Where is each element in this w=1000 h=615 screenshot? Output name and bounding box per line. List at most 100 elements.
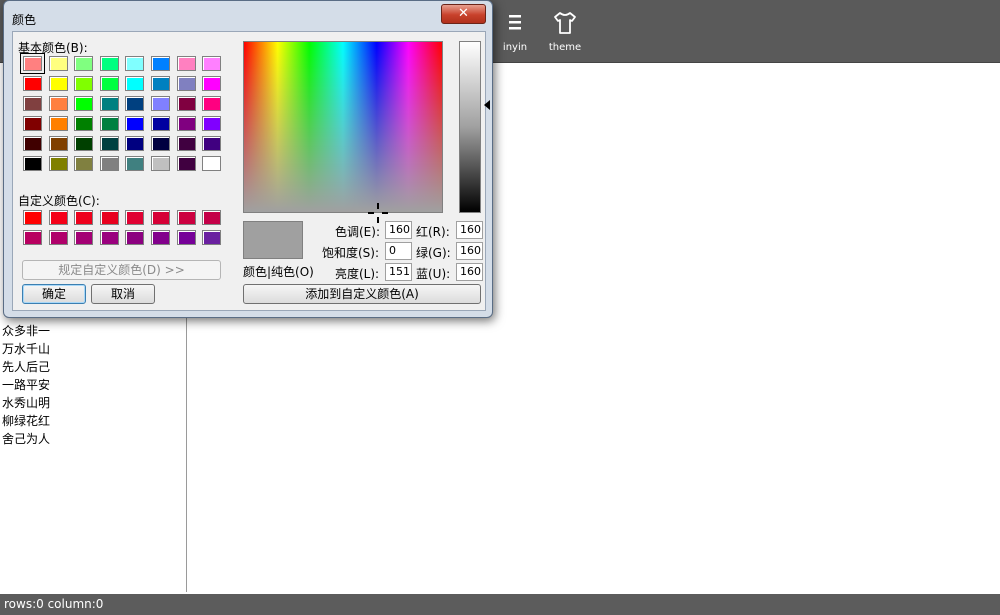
custom-color-swatch[interactable] — [74, 230, 94, 245]
close-button[interactable]: ✕ — [441, 4, 486, 24]
basic-color-swatch[interactable] — [125, 136, 145, 151]
blue-label: 蓝(U): — [416, 267, 451, 281]
basic-color-swatch[interactable] — [74, 76, 94, 91]
basic-color-swatch[interactable] — [99, 76, 119, 91]
add-to-custom-colors-button[interactable]: 添加到自定义颜色(A) — [243, 284, 481, 304]
custom-color-swatch[interactable] — [125, 230, 145, 245]
custom-color-swatch[interactable] — [176, 210, 196, 225]
basic-color-swatch[interactable] — [151, 56, 170, 71]
custom-color-swatch[interactable] — [99, 230, 119, 245]
custom-color-swatch[interactable] — [99, 210, 119, 225]
basic-color-swatch[interactable] — [48, 116, 68, 131]
color-preview — [243, 221, 303, 259]
custom-color-swatch[interactable] — [151, 230, 170, 245]
basic-color-swatch[interactable] — [151, 156, 170, 171]
custom-color-swatch[interactable] — [176, 230, 196, 245]
basic-color-swatch[interactable] — [74, 116, 94, 131]
define-custom-colors-button[interactable]: 规定自定义颜色(D) >> — [22, 260, 221, 280]
basic-color-swatch[interactable] — [202, 116, 222, 131]
basic-color-swatch[interactable] — [176, 116, 196, 131]
basic-color-swatch[interactable] — [125, 76, 145, 91]
list-item[interactable]: 万水千山 — [2, 340, 50, 358]
basic-color-swatch[interactable] — [176, 76, 196, 91]
luminance-label: 亮度(L): — [335, 267, 380, 281]
list-item[interactable]: 一路平安 — [2, 376, 50, 394]
saturation-field[interactable]: 0 — [385, 242, 412, 260]
basic-color-swatch[interactable] — [48, 56, 68, 71]
basic-color-swatch[interactable] — [74, 96, 94, 111]
list-item[interactable]: 众多非一 — [2, 322, 50, 340]
red-field[interactable]: 160 — [456, 221, 483, 239]
basic-color-swatch[interactable] — [176, 56, 196, 71]
basic-color-swatch[interactable] — [202, 76, 222, 91]
basic-color-swatch[interactable] — [99, 56, 119, 71]
list-icon — [509, 15, 521, 30]
basic-color-swatch[interactable] — [99, 136, 119, 151]
basic-color-swatch[interactable] — [48, 136, 68, 151]
basic-color-swatch[interactable] — [23, 116, 42, 131]
basic-color-swatch[interactable] — [99, 156, 119, 171]
basic-color-swatch[interactable] — [48, 156, 68, 171]
custom-color-swatch[interactable] — [48, 230, 68, 245]
luminance-slider[interactable] — [459, 41, 481, 213]
green-label: 绿(G): — [416, 246, 451, 260]
basic-color-swatch[interactable] — [23, 76, 42, 91]
basic-color-swatch[interactable] — [74, 136, 94, 151]
hue-field[interactable]: 160 — [385, 221, 412, 239]
list-item[interactable]: 先人后己 — [2, 358, 50, 376]
basic-color-swatch[interactable] — [74, 56, 94, 71]
basic-color-swatch[interactable] — [125, 116, 145, 131]
basic-color-swatch[interactable] — [151, 96, 170, 111]
close-icon: ✕ — [458, 6, 469, 21]
basic-color-swatch[interactable] — [125, 56, 145, 71]
custom-color-swatch[interactable] — [23, 230, 42, 245]
cancel-button[interactable]: 取消 — [91, 284, 155, 304]
custom-color-swatch[interactable] — [202, 230, 222, 245]
basic-color-swatch[interactable] — [99, 116, 119, 131]
basic-color-swatch[interactable] — [151, 136, 170, 151]
basic-color-swatch[interactable] — [151, 76, 170, 91]
blue-field[interactable]: 160 — [456, 263, 483, 281]
basic-color-swatch[interactable] — [48, 96, 68, 111]
basic-color-swatch[interactable] — [99, 96, 119, 111]
basic-color-swatch[interactable] — [125, 96, 145, 111]
basic-color-swatch[interactable] — [202, 156, 222, 171]
basic-color-swatch[interactable] — [23, 136, 42, 151]
status-text: rows:0 column:0 — [4, 597, 104, 611]
custom-color-swatch[interactable] — [202, 210, 222, 225]
custom-color-swatch[interactable] — [125, 210, 145, 225]
list-item[interactable]: 舍己为人 — [2, 430, 50, 448]
toolbar-theme-button[interactable]: theme — [537, 8, 593, 58]
color-dialog: 颜色 ✕ 基本颜色(B): 自定义颜色(C): 规定自定义颜色(D) >> 确定… — [3, 0, 493, 318]
ok-button[interactable]: 确定 — [22, 284, 86, 304]
basic-color-swatch[interactable] — [202, 96, 222, 111]
custom-color-swatch[interactable] — [74, 210, 94, 225]
custom-colors-label: 自定义颜色(C): — [18, 194, 100, 208]
dialog-title: 颜色 — [12, 13, 37, 27]
green-field[interactable]: 160 — [456, 242, 483, 260]
basic-color-swatch[interactable] — [23, 156, 42, 171]
color-spectrum[interactable] — [243, 41, 443, 213]
basic-color-swatch[interactable] — [20, 53, 45, 74]
custom-color-swatch[interactable] — [48, 210, 68, 225]
dialog-client: 基本颜色(B): 自定义颜色(C): 规定自定义颜色(D) >> 确定 取消 颜… — [12, 31, 490, 311]
basic-color-swatch[interactable] — [23, 96, 42, 111]
list-item[interactable]: 柳绿花红 — [2, 412, 50, 430]
basic-color-swatch[interactable] — [202, 56, 222, 71]
luminance-arrow-icon[interactable] — [484, 100, 490, 110]
luminance-field[interactable]: 151 — [385, 263, 412, 281]
basic-color-swatch[interactable] — [202, 136, 222, 151]
basic-color-swatch[interactable] — [74, 156, 94, 171]
status-bar: rows:0 column:0 — [0, 594, 1000, 615]
basic-color-swatch[interactable] — [151, 116, 170, 131]
custom-color-swatch[interactable] — [23, 210, 42, 225]
basic-color-swatch[interactable] — [176, 156, 196, 171]
list-item[interactable]: 水秀山明 — [2, 394, 50, 412]
basic-color-swatch[interactable] — [48, 76, 68, 91]
basic-color-swatch[interactable] — [176, 136, 196, 151]
basic-color-swatch[interactable] — [125, 156, 145, 171]
toolbar-theme-label: theme — [548, 42, 582, 53]
hue-label: 色调(E): — [335, 225, 380, 239]
custom-color-swatch[interactable] — [151, 210, 170, 225]
basic-color-swatch[interactable] — [176, 96, 196, 111]
